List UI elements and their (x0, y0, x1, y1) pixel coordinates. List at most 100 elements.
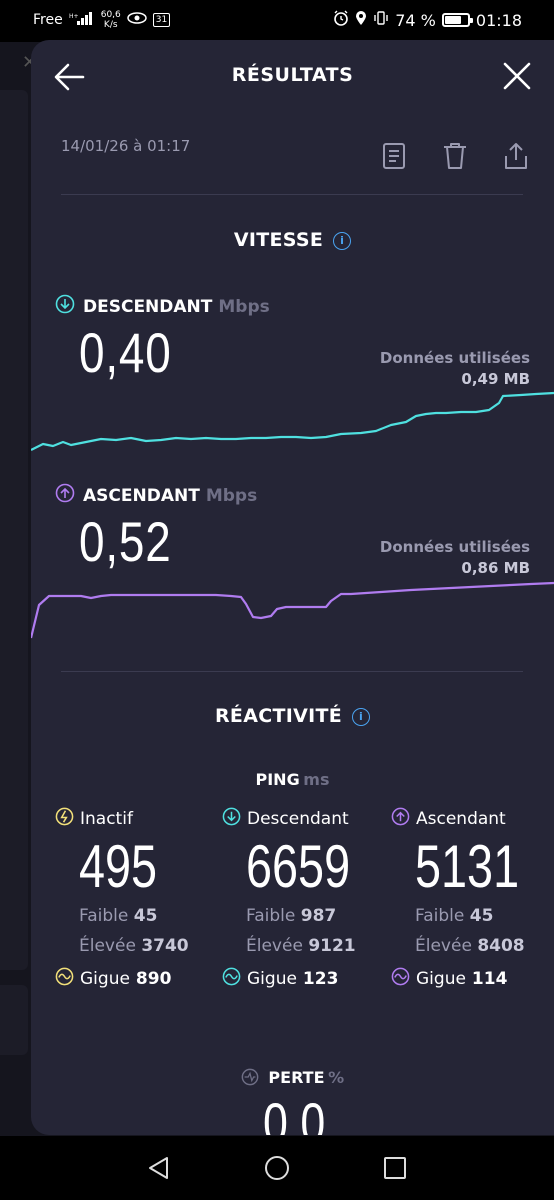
ping-idle-jitter: Gigue 890 (55, 967, 215, 991)
download-unit: Mbps (218, 296, 270, 317)
high-label: Élevée (246, 936, 303, 956)
signal-icon: H+ (69, 11, 95, 29)
upload-arrow-icon (391, 807, 410, 831)
jitter-icon (55, 967, 74, 991)
close-button[interactable] (501, 60, 533, 92)
location-icon (355, 10, 367, 30)
network-speed: 60,6 K/s (101, 10, 121, 30)
svg-text:H+: H+ (69, 13, 79, 20)
ping-upload-low: Faible 45 (415, 901, 551, 931)
download-data-used-label: Données utilisées (379, 349, 530, 367)
ping-idle-high: Élevée 3740 (79, 931, 215, 961)
delete-button[interactable] (442, 142, 470, 172)
ping-idle-label: Inactif (80, 809, 133, 829)
ping-idle-low: Faible 45 (79, 901, 215, 931)
background-card (0, 985, 28, 1055)
ping-idle-value: 495 (79, 833, 158, 900)
navigation-bar (0, 1136, 554, 1200)
upload-graph-line (31, 581, 554, 639)
carrier-name: Free (33, 12, 63, 28)
responsiveness-section-title: RÉACTIVITÉ i (31, 705, 554, 727)
notes-button[interactable] (381, 142, 409, 172)
upload-label: ASCENDANT Mbps (55, 483, 257, 508)
ping-upload-value: 5131 (415, 833, 520, 900)
ping-label: PING (255, 770, 300, 789)
nav-home-button[interactable] (263, 1154, 291, 1182)
packet-loss-unit: % (328, 1068, 345, 1087)
battery-percent: 74 % (395, 10, 436, 30)
ping-title: PING ms (31, 770, 554, 789)
ping-upload-label: Ascendant (416, 809, 506, 829)
share-button[interactable] (503, 142, 531, 172)
packet-loss-label: PERTE (268, 1068, 325, 1087)
network-speed-value: 60,6 (100, 10, 121, 20)
jitter-icon (391, 967, 410, 991)
battery-icon (441, 13, 473, 27)
download-arrow-icon (222, 807, 241, 831)
upload-value: 0,52 (79, 510, 172, 573)
speed-section-title: VITESSE i (31, 229, 554, 251)
packet-loss-title: PERTE % (31, 1068, 554, 1090)
ping-download-low: Faible 987 (246, 901, 382, 931)
alarm-icon (333, 10, 349, 30)
low-label: Faible (415, 906, 465, 926)
eye-icon (127, 12, 147, 28)
close-icon (503, 62, 531, 90)
divider (61, 671, 523, 672)
ping-idle-column: Inactif 495 Faible 45 Élevée 3740 Gigue … (55, 807, 215, 991)
download-arrow-icon (55, 294, 75, 319)
download-graph (31, 391, 554, 451)
ping-download-column: Descendant 6659 Faible 987 Élevée 9121 G… (222, 807, 382, 991)
low-label: Faible (246, 906, 296, 926)
document-icon (383, 143, 405, 169)
ping-upload-high: Élevée 8408 (415, 931, 551, 961)
download-value: 0,40 (79, 321, 172, 384)
ping-download-jitter: Gigue 123 (222, 967, 382, 991)
high-value: 8408 (477, 936, 525, 956)
upload-arrow-icon (55, 483, 75, 508)
results-sheet: RÉSULTATS 14/01/26 à 01:17 VITESSE i DESC… (31, 40, 554, 1135)
responsiveness-title: RÉACTIVITÉ (214, 705, 342, 727)
jitter-label: Gigue (247, 969, 297, 989)
jitter-label: Gigue (80, 969, 130, 989)
jitter-value: 890 (135, 969, 172, 989)
jitter-label: Gigue (416, 969, 466, 989)
ping-download-high: Élevée 9121 (246, 931, 382, 961)
ping-download-label: Descendant (247, 809, 349, 829)
low-value: 45 (133, 906, 158, 926)
packet-loss-icon (241, 1068, 265, 1090)
share-icon (505, 143, 527, 169)
low-value: 987 (300, 906, 337, 926)
ping-upload-column: Ascendant 5131 Faible 45 Élevée 8408 Gig… (391, 807, 551, 991)
high-value: 3740 (141, 936, 189, 956)
jitter-value: 114 (471, 969, 508, 989)
nav-back-button[interactable] (145, 1154, 173, 1182)
ping-download-value: 6659 (246, 833, 351, 900)
download-label: DESCENDANT Mbps (55, 294, 270, 319)
circle-home-icon (265, 1156, 289, 1180)
info-icon[interactable]: i (352, 708, 370, 726)
network-speed-unit: K/s (103, 20, 118, 30)
triangle-back-icon (149, 1157, 168, 1179)
high-value: 9121 (308, 936, 356, 956)
clock: 01:18 (475, 10, 522, 30)
divider (61, 194, 523, 195)
low-label: Faible (79, 906, 129, 926)
battery-fill (444, 16, 462, 24)
packet-loss-value: 0,0 (263, 1091, 326, 1135)
status-bar: Free H+ 60,6 K/s 31 74 % 01:18 (0, 0, 554, 40)
upload-data-used-label: Données utilisées (379, 538, 530, 556)
background-card (0, 90, 28, 970)
nav-recents-button[interactable] (381, 1154, 409, 1182)
jitter-icon (222, 967, 241, 991)
ping-upload-jitter: Gigue 114 (391, 967, 551, 991)
high-label: Élevée (79, 936, 136, 956)
vibrate-icon (373, 10, 389, 30)
upload-unit: Mbps (205, 485, 258, 506)
idle-icon (55, 807, 74, 831)
jitter-value: 123 (302, 969, 339, 989)
info-icon[interactable]: i (333, 232, 352, 250)
high-label: Élevée (415, 936, 472, 956)
trash-icon (444, 143, 466, 169)
ping-unit: ms (303, 770, 330, 789)
